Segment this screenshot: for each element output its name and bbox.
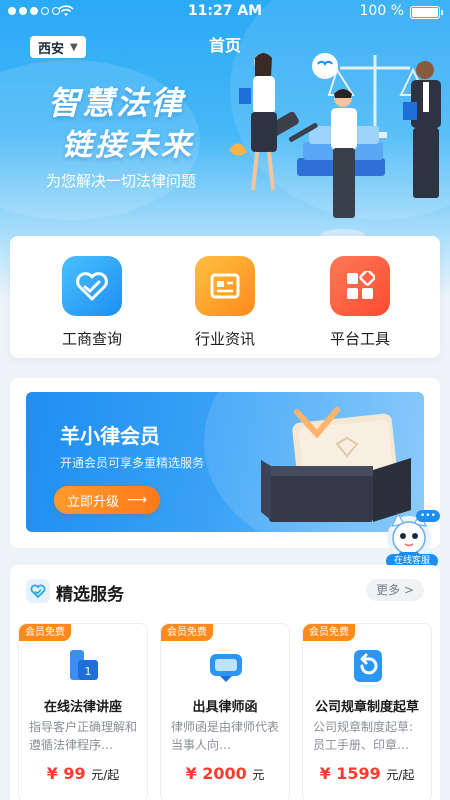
price-unit: 元 bbox=[252, 768, 265, 782]
service-description: 律师函是由律师代表当事人向… bbox=[171, 720, 279, 752]
battery-percent: 100 % bbox=[359, 3, 404, 19]
battery-icon bbox=[410, 6, 443, 19]
news-icon bbox=[195, 256, 255, 316]
vr-letter-icon bbox=[210, 654, 242, 682]
arrow-right-icon: ⟶ bbox=[126, 492, 148, 508]
section-title: 精选服务 bbox=[56, 585, 124, 605]
price-unit: 元/起 bbox=[91, 768, 120, 782]
heart-handshake-icon bbox=[26, 579, 50, 603]
service-price: ¥ 99 元/起 bbox=[19, 764, 147, 783]
price-unit: 元/起 bbox=[386, 768, 415, 782]
upgrade-button[interactable]: 立即升级 ⟶ bbox=[54, 486, 160, 514]
price-value: ¥ 99 bbox=[46, 764, 86, 783]
service-description: 指导客户正确理解和遵循法律程序… bbox=[29, 720, 137, 752]
heart-handshake-icon bbox=[62, 256, 122, 316]
service-price: ¥ 2000 元 bbox=[161, 764, 289, 783]
member-title: 羊小律会员 bbox=[60, 424, 160, 448]
hero-slogan-line2: 链接未来 bbox=[62, 128, 194, 163]
hero-subtitle: 为您解决一切法律问题 bbox=[46, 172, 197, 190]
quick-action-business-query[interactable]: 工商查询 bbox=[52, 256, 132, 349]
quick-action-label: 行业资讯 bbox=[194, 330, 255, 348]
service-name: 出具律师函 bbox=[192, 700, 258, 715]
tools-grid-icon bbox=[330, 256, 390, 316]
hero-slogan-line1: 智慧法律 bbox=[48, 84, 185, 122]
service-card-lawyer-letter[interactable]: 会员免费 出具律师函 律师函是由律师代表当事人向… ¥ 2000 元 bbox=[160, 623, 290, 800]
member-free-badge: 会员免费 bbox=[303, 624, 355, 641]
price-value: ¥ 1599 bbox=[319, 764, 381, 783]
quick-action-label: 平台工具 bbox=[329, 330, 390, 348]
member-free-badge: 会员免费 bbox=[161, 624, 213, 641]
kefu-badge: ••• bbox=[416, 510, 440, 522]
service-name: 公司规章制度起草 bbox=[314, 700, 419, 715]
more-button[interactable]: 更多 > bbox=[366, 579, 424, 601]
undo-document-icon bbox=[354, 650, 382, 682]
quick-actions-card: 工商查询 行业资讯 平台工具 bbox=[10, 236, 440, 358]
service-card-company-rules[interactable]: 会员免费 公司规章制度起草 公司规章制度起草: 员工手册、印章… ¥ 1599 … bbox=[302, 623, 432, 800]
member-subtitle: 开通会员可享多重精选服务 bbox=[60, 456, 205, 470]
service-name: 在线法律讲座 bbox=[43, 700, 122, 715]
featured-services-card: 精选服务 更多 > 会员免费 1 在线法律讲座 指导客户正确理解和遵循法律程序…… bbox=[10, 565, 440, 800]
member-card: 羊小律会员 开通会员可享多重精选服务 立即升级 ⟶ bbox=[10, 378, 440, 548]
lawyers-illustration bbox=[229, 53, 441, 241]
quick-action-label: 工商查询 bbox=[61, 330, 122, 348]
quick-action-platform-tools[interactable]: 平台工具 bbox=[320, 256, 400, 349]
upgrade-button-label: 立即升级 bbox=[66, 494, 119, 510]
service-price: ¥ 1599 元/起 bbox=[303, 764, 431, 783]
member-banner[interactable]: 羊小律会员 开通会员可享多重精选服务 立即升级 ⟶ bbox=[26, 392, 424, 532]
quick-action-industry-news[interactable]: 行业资讯 bbox=[185, 256, 265, 349]
lecture-icon: 1 bbox=[70, 650, 98, 680]
service-card-lecture[interactable]: 会员免费 1 在线法律讲座 指导客户正确理解和遵循法律程序… ¥ 99 元/起 bbox=[18, 623, 148, 800]
service-description: 公司规章制度起草: 员工手册、印章… bbox=[313, 720, 414, 752]
status-bar: 11:27 AM 100 % bbox=[0, 0, 450, 24]
price-value: ¥ 2000 bbox=[185, 764, 247, 783]
member-free-badge: 会员免费 bbox=[19, 624, 71, 641]
svg-text:1: 1 bbox=[85, 665, 92, 678]
